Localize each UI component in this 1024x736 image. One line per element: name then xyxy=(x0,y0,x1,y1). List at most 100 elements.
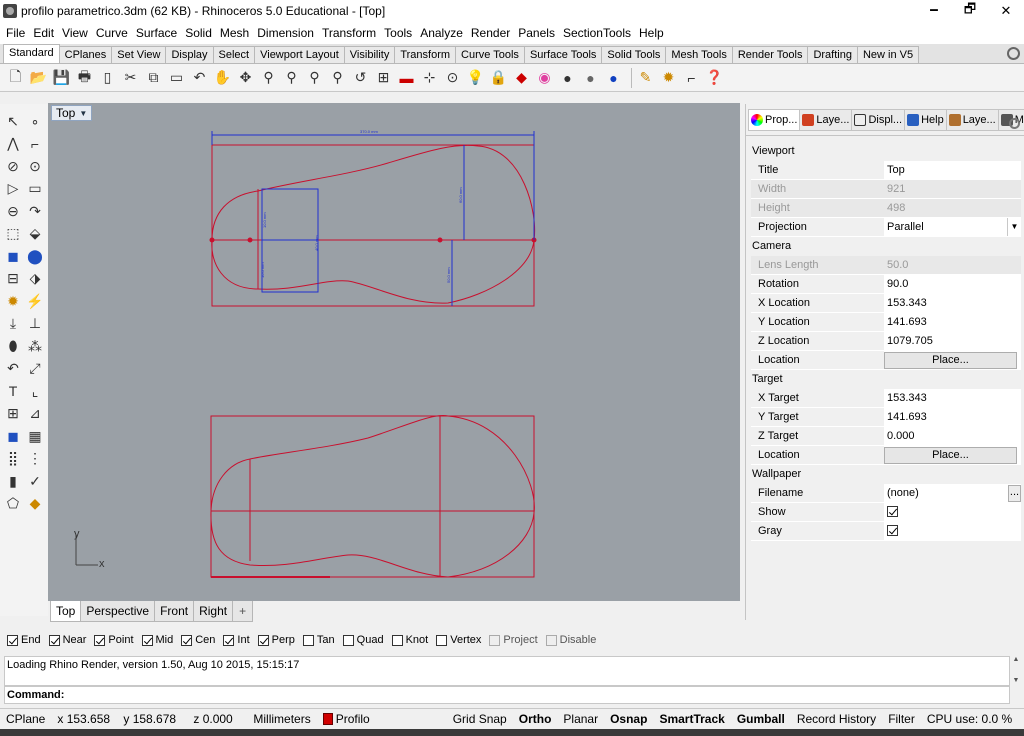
x-target-field[interactable]: 153.343 xyxy=(884,389,1021,407)
boolean-union-icon[interactable]: ⬮ xyxy=(2,335,24,358)
status-cplane[interactable]: CPlane xyxy=(0,709,51,730)
command-scrollbar[interactable]: ▲ ▼ xyxy=(1010,656,1022,704)
analyze-icon[interactable]: ▮ xyxy=(2,470,24,493)
maximize-button[interactable]: 🗗 xyxy=(952,0,988,22)
tab-transform[interactable]: Transform xyxy=(394,46,457,63)
projection-select[interactable]: Parallel ▼ xyxy=(884,218,1021,236)
panel-tab-help[interactable]: Help xyxy=(904,108,947,131)
tab-viewport-layout[interactable]: Viewport Layout xyxy=(254,46,345,63)
osnap-near[interactable]: Near xyxy=(48,634,86,646)
osnap-perp-checkbox[interactable] xyxy=(257,634,269,646)
menu-render[interactable]: Render xyxy=(467,26,514,40)
pan-icon[interactable]: ✋ xyxy=(213,68,232,87)
open-file-icon[interactable]: 📂 xyxy=(29,68,48,87)
tab-surface-tools[interactable]: Surface Tools xyxy=(523,46,603,63)
y-target-field[interactable]: 141.693 xyxy=(884,408,1021,426)
menu-mesh[interactable]: Mesh xyxy=(216,26,253,40)
light-icon[interactable]: 💡 xyxy=(466,68,485,87)
tab-new-in-v5[interactable]: New in V5 xyxy=(856,46,920,63)
vp-tab-front[interactable]: Front xyxy=(154,601,195,622)
print-icon[interactable]: 🖶 xyxy=(75,68,94,87)
osnap-disable[interactable]: Disable xyxy=(545,634,596,646)
mesh-icon[interactable]: ◆ xyxy=(512,68,531,87)
move-icon[interactable]: ⤓ xyxy=(2,313,24,336)
osnap-cen[interactable]: Cen xyxy=(181,634,215,646)
target-place-button[interactable]: Place... xyxy=(884,447,1017,464)
osnap-tan-checkbox[interactable] xyxy=(302,634,314,646)
cut-icon[interactable]: ✂ xyxy=(121,68,140,87)
menu-transform[interactable]: Transform xyxy=(318,26,380,40)
rotation-field[interactable]: 90.0 xyxy=(884,275,1021,293)
osnap-point[interactable]: Point xyxy=(94,634,134,646)
show-checkbox[interactable] xyxy=(887,506,898,517)
tab-mesh-tools[interactable]: Mesh Tools xyxy=(665,46,733,63)
tab-set-view[interactable]: Set View xyxy=(111,46,167,63)
group-icon[interactable]: ⊞ xyxy=(2,403,24,426)
circle-icon[interactable]: ⊘ xyxy=(2,155,24,178)
minimize-button[interactable]: 🗕 xyxy=(916,0,952,22)
command-prompt[interactable]: Command: xyxy=(4,686,1010,704)
tab-select[interactable]: Select xyxy=(212,46,256,63)
rectangle-icon[interactable]: ▭ xyxy=(24,178,46,201)
paste-icon[interactable]: ▭ xyxy=(167,68,186,87)
panel-tab-properties[interactable]: Prop... xyxy=(748,108,801,131)
surface-corner-icon[interactable]: ⬚ xyxy=(2,223,24,246)
lock-icon[interactable]: 🔒 xyxy=(489,68,508,87)
align-icon[interactable]: ⊥ xyxy=(24,313,46,336)
curve-from-objects-icon[interactable]: ↷ xyxy=(24,200,46,223)
osnap-perp[interactable]: Perp xyxy=(257,634,295,646)
material-icon[interactable]: ✎ xyxy=(636,68,655,87)
osnap-cen-checkbox[interactable] xyxy=(181,634,193,646)
osnap-disable-checkbox[interactable] xyxy=(545,634,557,646)
paint-icon[interactable]: ◆ xyxy=(24,493,46,516)
status-ortho[interactable]: Ortho xyxy=(513,709,558,730)
grid-array-icon[interactable]: ⣿ xyxy=(2,448,24,471)
menu-view[interactable]: View xyxy=(58,26,92,40)
tab-drafting[interactable]: Drafting xyxy=(807,46,858,63)
osnap-project[interactable]: Project xyxy=(489,634,538,646)
osnap-mid[interactable]: Mid xyxy=(141,634,173,646)
copy-icon[interactable]: ⧉ xyxy=(144,68,163,87)
osnap-end[interactable]: End xyxy=(7,634,41,646)
boolean-icon[interactable]: ⚡ xyxy=(24,290,46,313)
title-field[interactable]: Top xyxy=(884,161,1021,179)
car-icon[interactable]: ▬ xyxy=(397,68,416,87)
vp-tab-right[interactable]: Right xyxy=(193,601,234,622)
filter-icon[interactable]: ⌐ xyxy=(682,68,701,87)
osnap-project-checkbox[interactable] xyxy=(489,634,501,646)
vp-tab-add-button[interactable]: + xyxy=(232,601,254,622)
menu-sectiontools[interactable]: SectionTools xyxy=(559,26,635,40)
osnap-icon[interactable]: ✹ xyxy=(659,68,678,87)
rendered-icon[interactable]: ● xyxy=(581,68,600,87)
z-location-field[interactable]: 1079.705 xyxy=(884,332,1021,350)
osnap-knot[interactable]: Knot xyxy=(391,634,428,646)
menu-dimension[interactable]: Dimension xyxy=(253,26,318,40)
zoom-selected-icon[interactable]: ⚲ xyxy=(328,68,347,87)
new-file-icon[interactable]: 🗋 xyxy=(6,68,25,87)
rotate-icon[interactable]: ↶ xyxy=(2,358,24,381)
viewport-title[interactable]: Top ▼ xyxy=(51,105,93,121)
menu-solid[interactable]: Solid xyxy=(181,26,216,40)
status-layer[interactable]: Profilo xyxy=(317,709,447,730)
grid-icon[interactable]: ⊹ xyxy=(420,68,439,87)
menu-edit[interactable]: Edit xyxy=(29,26,58,40)
hatch-icon[interactable]: ▦ xyxy=(24,425,46,448)
zoom-dynamic-icon[interactable]: ⚲ xyxy=(259,68,278,87)
import-icon[interactable]: ▯ xyxy=(98,68,117,87)
zoom-extents-icon[interactable]: ⚲ xyxy=(305,68,324,87)
x-location-field[interactable]: 153.343 xyxy=(884,294,1021,312)
status-record-history[interactable]: Record History xyxy=(791,709,882,730)
cylinder-icon[interactable]: ⊟ xyxy=(2,268,24,291)
menu-tools[interactable]: Tools xyxy=(380,26,416,40)
status-planar[interactable]: Planar xyxy=(557,709,604,730)
render-settings-icon[interactable]: ✹ xyxy=(2,290,24,313)
status-smarttrack[interactable]: SmartTrack xyxy=(653,709,730,730)
panel-tab-layers-2[interactable]: Laye... xyxy=(945,108,999,131)
osnap-vertex[interactable]: Vertex xyxy=(436,634,481,646)
point-icon[interactable]: ∘ xyxy=(24,110,46,133)
browse-file-button[interactable]: ... xyxy=(1008,485,1021,502)
explode-icon[interactable]: ⬠ xyxy=(2,493,24,516)
vp-tab-perspective[interactable]: Perspective xyxy=(80,601,156,622)
close-button[interactable]: ✕ xyxy=(988,0,1024,22)
osnap-tan[interactable]: Tan xyxy=(302,634,335,646)
